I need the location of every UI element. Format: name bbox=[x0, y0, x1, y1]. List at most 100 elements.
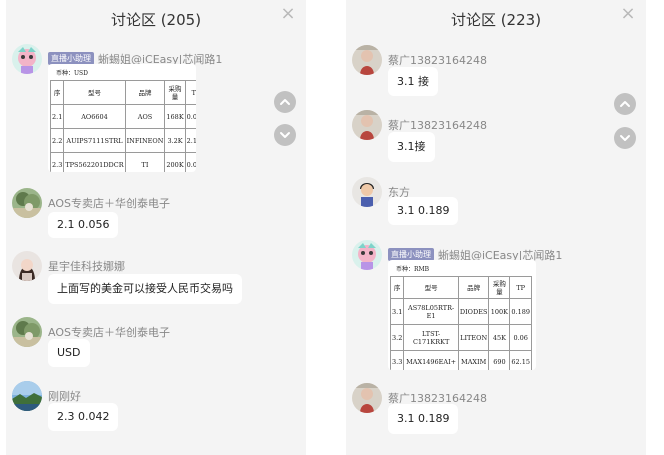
message-header: AOS专卖店＋华创泰电子 bbox=[48, 321, 170, 340]
table-cell: AUIPS7111STRL bbox=[63, 128, 126, 153]
table-row: 3.1 AS78L05RTR-E1 DIODES 100K 0.189 bbox=[389, 298, 532, 325]
avatar bbox=[12, 381, 42, 411]
col-header: 型号 bbox=[63, 80, 126, 105]
table-cell: 3.2 bbox=[389, 324, 405, 351]
avatar bbox=[12, 44, 42, 74]
table-header-row: 序 型号 品牌 采购量 TP bbox=[49, 80, 196, 105]
panel-header: 讨论区 (223) × bbox=[346, 0, 646, 36]
message-header: 蔡广13823164248 bbox=[388, 49, 487, 68]
chat-panel-right: 讨论区 (223) × 蔡广13823164248 3.1 接 蔡广138231… bbox=[346, 0, 646, 455]
table-row: 2.1 AO6604 AOS 168K 0.056 bbox=[49, 104, 196, 129]
panel-header: 讨论区 (205) × bbox=[6, 0, 306, 36]
message-bubble: 3.1 0.189 bbox=[388, 197, 459, 225]
sender-name[interactable]: 刚刚好 bbox=[48, 388, 81, 404]
avatar bbox=[12, 317, 42, 347]
scroll-up-button[interactable] bbox=[274, 91, 296, 113]
avatar bbox=[352, 177, 382, 207]
message-header: 蔡广13823164248 bbox=[388, 387, 487, 405]
message-bubble: 3.1接 bbox=[388, 132, 435, 162]
avatar bbox=[12, 188, 42, 218]
currency-label: 币种：RMB bbox=[396, 266, 430, 273]
table-cell: 2.2 bbox=[49, 128, 65, 153]
table-cell: MAX1496EAI+ bbox=[403, 350, 459, 370]
sender-name[interactable]: AOS专卖店＋华创泰电子 bbox=[48, 195, 170, 211]
table-cell: 2.1 bbox=[49, 104, 65, 129]
message-bubble: USD bbox=[48, 339, 90, 367]
quote-table: 序 型号 品牌 采购量 TP 2.1 AO6604 AOS 168K 0.056… bbox=[49, 80, 196, 172]
close-icon[interactable]: × bbox=[620, 5, 636, 23]
chevron-up-icon bbox=[620, 101, 630, 107]
chevron-down-icon bbox=[280, 132, 290, 138]
scroll-down-button[interactable] bbox=[614, 127, 636, 149]
table-cell: 3.2K bbox=[164, 128, 186, 153]
message-bubble: 上面写的美金可以接受人民币交易吗 bbox=[48, 274, 242, 304]
avatar bbox=[352, 45, 382, 75]
table-cell: 168K bbox=[164, 104, 186, 129]
col-header: 采购量 bbox=[164, 80, 186, 105]
scroll-down-button[interactable] bbox=[274, 124, 296, 146]
table-cell: AS78L05RTR-E1 bbox=[403, 298, 459, 325]
chat-panel-left: 讨论区 (205) × 直播小助理 蜥蜴姐@iCEasy|芯闻路1 币种：USD … bbox=[6, 0, 306, 455]
table-cell: 0.06 bbox=[509, 324, 532, 351]
col-header: 采购量 bbox=[488, 276, 511, 299]
table-cell: 2.3 bbox=[49, 152, 65, 172]
table-cell: TI bbox=[124, 152, 166, 172]
sender-name[interactable]: 星宇佳科技娜娜 bbox=[48, 258, 125, 274]
message-header: 刚刚好 bbox=[48, 385, 81, 404]
message-bubble: 2.1 0.056 bbox=[48, 212, 119, 238]
message-bubble: 3.1 接 bbox=[388, 67, 438, 96]
col-header: 序 bbox=[389, 276, 405, 299]
panel-title: 讨论区 (223) bbox=[450, 11, 542, 29]
table-row: 2.3 TPS562201DDCR TI 200K 0.034 bbox=[49, 152, 196, 172]
avatar bbox=[352, 240, 382, 270]
table-cell: 690 bbox=[488, 350, 511, 370]
table-cell: 0.034 bbox=[184, 152, 196, 172]
message-header: 星宇佳科技娜娜 bbox=[48, 255, 125, 274]
table-cell: AOS bbox=[124, 104, 166, 129]
sender-name[interactable]: AOS专卖店＋华创泰电子 bbox=[48, 324, 170, 340]
col-header: 品牌 bbox=[457, 276, 490, 299]
table-cell: AO6604 bbox=[63, 104, 126, 129]
col-header: 型号 bbox=[403, 276, 459, 299]
col-header: TP bbox=[509, 276, 532, 299]
table-cell: 100K bbox=[488, 298, 511, 325]
table-cell: 0.056 bbox=[184, 104, 196, 129]
sender-name[interactable]: 蔡广13823164248 bbox=[388, 52, 487, 68]
col-header: 品牌 bbox=[124, 80, 166, 105]
avatar bbox=[352, 383, 382, 413]
table-cell: 3.1 bbox=[389, 298, 405, 325]
table-cell: 62.15 bbox=[509, 350, 532, 370]
table-cell: TPS562201DDCR bbox=[63, 152, 126, 172]
table-cell: LITEON bbox=[457, 324, 490, 351]
chevron-up-icon bbox=[280, 99, 290, 105]
quote-table-card: 币种：USD 序 型号 品牌 采购量 TP 2.1 AO6604 AOS 168… bbox=[48, 64, 196, 172]
avatar bbox=[12, 251, 42, 281]
table-cell: 3.3 bbox=[389, 350, 405, 370]
message-bubble: 2.3 0.042 bbox=[48, 403, 119, 431]
col-header: 序 bbox=[49, 80, 65, 105]
table-cell: INFINEON bbox=[124, 128, 166, 153]
chevron-down-icon bbox=[620, 135, 630, 141]
quote-table-card: 币种：RMB 序 型号 品牌 采购量 TP 3.1 AS78L05RTR-E1 … bbox=[388, 260, 536, 370]
sender-name[interactable]: 蔡广13823164248 bbox=[388, 117, 487, 133]
col-header: TP bbox=[184, 80, 196, 105]
currency-label: 币种：USD bbox=[56, 70, 88, 77]
table-row: 2.2 AUIPS7111STRL INFINEON 3.2K 2.100 bbox=[49, 128, 196, 153]
table-row: 3.3 MAX1496EAI+ MAXIM 690 62.15 bbox=[389, 350, 532, 370]
message-header: 直播小助理 蜥蜴姐@iCEasy|芯闻路1 bbox=[388, 244, 562, 262]
table-header-row: 序 型号 品牌 采购量 TP bbox=[389, 276, 532, 299]
table-cell: 45K bbox=[488, 324, 511, 351]
scroll-up-button[interactable] bbox=[614, 93, 636, 115]
table-cell: 2.100 bbox=[184, 128, 196, 153]
close-icon[interactable]: × bbox=[280, 5, 296, 23]
message-header: 东方 bbox=[388, 181, 410, 199]
quote-table: 序 型号 品牌 采购量 TP 3.1 AS78L05RTR-E1 DIODES … bbox=[389, 276, 532, 370]
avatar bbox=[352, 110, 382, 140]
message-header: 直播小助理 蜥蜴姐@iCEasy|芯闻路1 bbox=[48, 48, 222, 66]
table-cell: 200K bbox=[164, 152, 186, 172]
table-cell: 0.189 bbox=[509, 298, 532, 325]
table-cell: MAXIM bbox=[457, 350, 490, 370]
table-cell: LTST-C171KRKT bbox=[403, 324, 459, 351]
table-row: 3.2 LTST-C171KRKT LITEON 45K 0.06 bbox=[389, 324, 532, 351]
table-cell: DIODES bbox=[457, 298, 490, 325]
